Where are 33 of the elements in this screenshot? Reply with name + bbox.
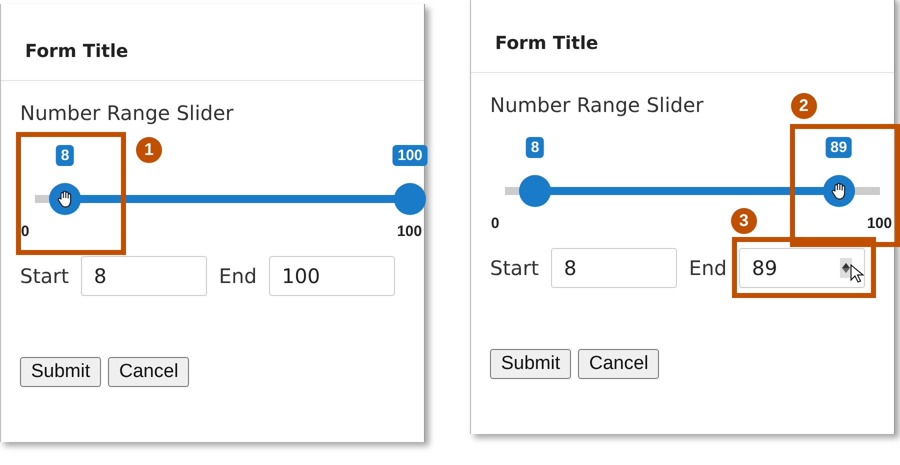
number-field[interactable]: 8	[80, 256, 207, 296]
number-field[interactable]: 8	[550, 248, 677, 288]
form-title: Form Title	[495, 33, 598, 54]
number-field[interactable]: 89	[738, 248, 865, 288]
max-label: 100	[866, 215, 892, 232]
slider-thumb[interactable]	[519, 175, 551, 207]
form-button[interactable]: Submit	[490, 349, 572, 379]
value-badge: 100	[392, 145, 428, 166]
form-button[interactable]: Cancel	[578, 349, 660, 379]
step-number: 3	[730, 208, 757, 234]
field-label: End	[218, 264, 257, 288]
step-number: 1	[136, 137, 162, 163]
form-button[interactable]: Cancel	[108, 357, 190, 387]
slider-thumb[interactable]	[49, 183, 81, 215]
form-button[interactable]: Submit	[20, 357, 102, 387]
slider-thumb[interactable]	[822, 175, 855, 207]
slider-label: Number Range Slider	[490, 93, 704, 117]
min-label: 0	[491, 215, 500, 232]
value-badge: 8	[526, 137, 544, 158]
field-label: Start	[490, 256, 539, 280]
spinner-icon[interactable]	[840, 258, 852, 278]
field-label: Start	[20, 264, 69, 288]
slider-label: Number Range Slider	[20, 101, 234, 125]
form-title: Form Title	[25, 41, 128, 62]
max-label: 100	[396, 223, 422, 240]
step-number: 2	[790, 93, 817, 119]
pointer-cursor-icon	[850, 264, 864, 284]
number-field[interactable]: 100	[268, 256, 395, 296]
field-label: End	[688, 256, 727, 280]
slider-thumb[interactable]	[394, 183, 426, 215]
min-label: 0	[21, 223, 30, 240]
value-badge: 89	[825, 137, 852, 158]
value-badge: 8	[56, 145, 74, 166]
